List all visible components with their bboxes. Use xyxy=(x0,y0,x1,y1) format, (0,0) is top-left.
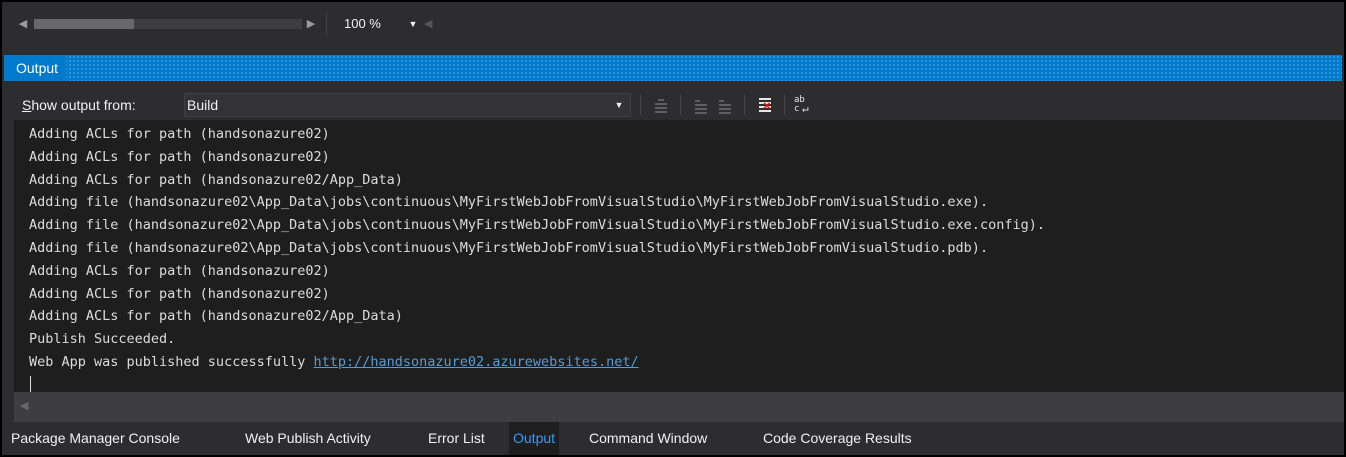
scroll-left-arrow-icon[interactable]: ◀ xyxy=(20,397,34,415)
output-line-text: Web App was published successfully xyxy=(29,354,314,370)
tab-package-manager-console[interactable]: Package Manager Console xyxy=(11,422,180,455)
scroll-left-arrow-icon[interactable]: ◀ xyxy=(424,15,438,33)
divider xyxy=(680,95,681,115)
chevron-down-icon[interactable]: ▼ xyxy=(406,14,420,34)
output-line: Publish Succeeded. xyxy=(29,331,176,348)
divider xyxy=(326,12,327,36)
output-line: Adding ACLs for path (handsonazure02) xyxy=(29,262,330,279)
tool-window-tabs: Package Manager Console Web Publish Acti… xyxy=(4,422,1342,455)
output-line: Adding file (handsonazure02\App_Data\job… xyxy=(29,194,989,211)
output-line: Web App was published successfully http:… xyxy=(29,351,639,373)
output-source-value: Build xyxy=(187,97,219,113)
editor-horizontal-scrollbar[interactable] xyxy=(34,19,302,29)
output-line: Adding ACLs for path (handsonazure02/App… xyxy=(29,171,403,188)
tab-command-window[interactable]: Command Window xyxy=(589,422,707,455)
editor-bottom-strip: ◀ ▶ 100 % ▼ ◀ xyxy=(4,4,1342,44)
output-line: Adding ACLs for path (handsonazure02) xyxy=(29,285,330,302)
goto-previous-message-icon[interactable] xyxy=(652,95,670,115)
find-previous-icon[interactable] xyxy=(692,95,710,115)
tab-web-publish-activity[interactable]: Web Publish Activity xyxy=(245,422,371,455)
output-window-titlebar[interactable]: Output xyxy=(4,55,1342,81)
divider xyxy=(784,95,785,115)
toggle-word-wrap-icon[interactable]: ab c ↵ xyxy=(794,95,812,115)
zoom-level-combobox[interactable]: 100 % xyxy=(344,14,381,34)
text-caret xyxy=(30,376,31,392)
visual-studio-window: ◀ ▶ 100 % ▼ ◀ Output Show output from: B… xyxy=(0,0,1346,457)
find-next-icon[interactable] xyxy=(716,95,734,115)
output-line: Adding file (handsonazure02\App_Data\job… xyxy=(29,217,1045,234)
tab-error-list[interactable]: Error List xyxy=(428,422,485,455)
chevron-down-icon[interactable]: ▼ xyxy=(612,94,626,116)
accelerator-key: S xyxy=(22,97,32,113)
scrollbar-thumb[interactable] xyxy=(34,19,134,29)
tab-code-coverage-results[interactable]: Code Coverage Results xyxy=(763,422,912,455)
output-line: Adding ACLs for path (handsonazure02) xyxy=(29,148,330,165)
output-line: Adding ACLs for path (handsonazure02/App… xyxy=(29,308,403,325)
output-window-title: Output xyxy=(4,55,67,81)
published-site-link[interactable]: http://handsonazure02.azurewebsites.net/ xyxy=(313,354,638,370)
output-line: Adding file (handsonazure02\App_Data\job… xyxy=(29,240,989,256)
output-line: Adding ACLs for path (handsonazure02) xyxy=(29,126,330,142)
scrolled-off-line xyxy=(14,120,1344,122)
output-source-dropdown[interactable]: Build ▼ xyxy=(184,93,631,117)
label-text: how output from: xyxy=(31,97,136,113)
scroll-left-arrow-icon[interactable]: ◀ xyxy=(14,15,32,33)
show-output-from-label: Show output from: xyxy=(22,94,136,116)
scroll-right-arrow-icon[interactable]: ▶ xyxy=(304,15,318,33)
output-horizontal-scrollbar[interactable]: ◀ xyxy=(14,392,1344,422)
tab-output[interactable]: Output xyxy=(509,422,560,455)
divider xyxy=(640,95,641,115)
clear-all-icon[interactable]: × xyxy=(756,95,774,115)
output-text-pane[interactable]: Adding ACLs for path (handsonazure02) Add… xyxy=(14,120,1344,392)
output-toolbar: Show output from: Build ▼ × ab c ↵ xyxy=(4,90,1342,120)
divider xyxy=(744,95,745,115)
